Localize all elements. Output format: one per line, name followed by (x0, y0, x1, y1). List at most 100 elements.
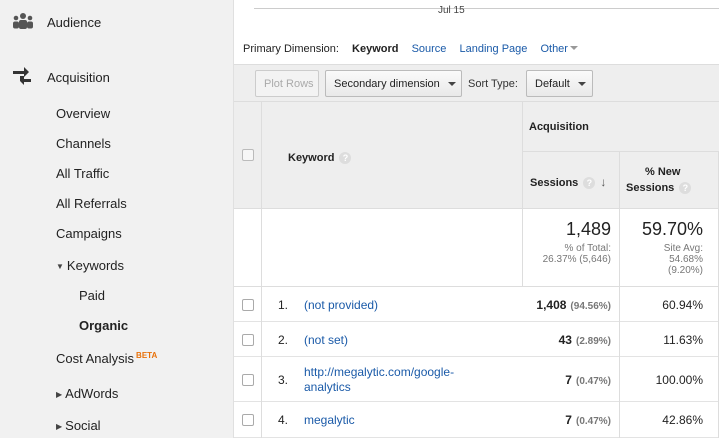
dimension-other-link[interactable]: Other (540, 43, 568, 55)
sessions-percent: (0.47%) (575, 376, 611, 387)
sessions-value: 7 (565, 413, 572, 427)
sort-descending-icon: ↓ (600, 175, 607, 189)
nav-adwords-label: AdWords (65, 386, 119, 401)
keyword-link-line1: http://megalytic.com/google- (304, 365, 455, 379)
row-number: 2. (278, 333, 289, 347)
report-main: Jul 15 Primary Dimension: Keyword Source… (234, 0, 719, 438)
nav-social[interactable]: ▶ Social (56, 418, 101, 433)
help-icon[interactable]: ? (583, 177, 596, 189)
sessions-column-header[interactable]: Sessions? ↓ (530, 175, 606, 189)
sessions-percent: (2.89%) (575, 336, 611, 347)
sessions-value: 7 (565, 373, 572, 387)
nav-cost-analysis-label: Cost Analysis (56, 351, 135, 366)
new-sessions-header-line2: Sessions (626, 182, 675, 194)
chevron-right-icon: ▶ (56, 422, 63, 431)
nav-keywords-label: Keywords (66, 258, 124, 273)
select-all-checkbox[interactable] (242, 149, 254, 161)
new-sessions-cell: 100.00% (655, 373, 703, 387)
keyword-header-label: Keyword (288, 152, 335, 164)
sort-type-label: Sort Type: (468, 78, 518, 90)
nav-audience[interactable]: Audience (0, 12, 234, 32)
chevron-down-icon (447, 81, 456, 86)
summary-sessions-total: 1,489 (565, 219, 611, 239)
primary-dimension-bar: Primary Dimension: Keyword Source Landin… (243, 43, 598, 55)
column-divider (261, 102, 262, 438)
sessions-percent: (94.56%) (570, 301, 611, 312)
secondary-dimension-dropdown[interactable]: Secondary dimension (325, 70, 462, 97)
new-sessions-cell: 60.94% (662, 298, 703, 312)
new-sessions-cell: 42.86% (662, 413, 703, 427)
sort-type-dropdown[interactable]: Default (526, 70, 593, 97)
dimension-landing-page-link[interactable]: Landing Page (459, 43, 527, 55)
sessions-value: 43 (558, 333, 572, 347)
nav-overview[interactable]: Overview (56, 106, 110, 121)
table-row: 2. (not set) 43 (2.89%) 11.63% (234, 322, 719, 357)
nav-audience-label: Audience (47, 14, 102, 30)
nav-acquisition[interactable]: Acquisition (0, 66, 234, 89)
new-sessions-cell: 11.63% (663, 333, 703, 347)
chart-x-axis: Jul 15 (254, 5, 719, 16)
secondary-dimension-label: Secondary dimension (334, 77, 440, 90)
help-icon[interactable]: ? (679, 182, 692, 194)
audience-icon (12, 12, 34, 33)
sidebar: Audience Acquisition Overview Channels A… (0, 0, 234, 438)
nav-paid[interactable]: Paid (79, 288, 105, 303)
summary-sessions-sub1: % of Total: (564, 243, 611, 254)
keyword-link-line2: analytics (304, 380, 351, 394)
dimension-other-dropdown[interactable]: Other (540, 43, 588, 55)
table-toolbar: Plot Rows Secondary dimension Sort Type:… (234, 64, 719, 102)
summary-new-sub1: Site Avg: (663, 243, 703, 254)
column-divider (522, 102, 523, 287)
table-header: Keyword? Acquisition Sessions? ↓ % New Ses… (234, 102, 719, 209)
sessions-cell: 1,408 (94.56%) (536, 298, 611, 312)
sessions-cell: 7 (0.47%) (565, 373, 611, 387)
sessions-header-label: Sessions (530, 177, 579, 189)
summary-row: 1,489 % of Total: 26.37% (5,646) 59.70% … (234, 209, 719, 287)
table-row: 3. http://megalytic.com/google-analytics… (234, 357, 719, 402)
primary-dimension-label: Primary Dimension: (243, 43, 339, 55)
nav-organic[interactable]: Organic (79, 318, 128, 333)
nav-campaigns[interactable]: Campaigns (56, 226, 122, 241)
dimension-source-link[interactable]: Source (412, 43, 447, 55)
row-checkbox[interactable] (242, 334, 254, 346)
help-icon[interactable]: ? (339, 152, 352, 164)
beta-badge: BETA (136, 351, 158, 360)
summary-sessions-sub2: 26.37% (5,646) (542, 254, 611, 265)
row-checkbox[interactable] (242, 414, 254, 426)
summary-new-sub2: 54.68% (669, 254, 703, 265)
nav-keywords[interactable]: ▼ Keywords (56, 258, 124, 273)
row-number: 4. (278, 413, 289, 427)
summary-new-sessions-total: 59.70% (641, 219, 703, 239)
row-checkbox[interactable] (242, 374, 254, 386)
table-row: 1. (not provided) 1,408 (94.56%) 60.94% (234, 287, 719, 322)
nav-acquisition-label: Acquisition (47, 69, 110, 85)
nav-adwords[interactable]: ▶ AdWords (56, 386, 118, 401)
chevron-down-icon (569, 46, 578, 50)
plot-rows-button[interactable]: Plot Rows (255, 70, 319, 97)
header-divider (522, 151, 719, 152)
row-number: 3. (278, 373, 289, 387)
keyword-link[interactable]: (not provided) (304, 298, 378, 313)
chevron-down-icon (577, 81, 586, 86)
sessions-cell: 7 (0.47%) (565, 413, 611, 427)
nav-all-traffic[interactable]: All Traffic (56, 166, 109, 181)
chevron-right-icon: ▶ (56, 390, 63, 399)
keyword-column-header[interactable]: Keyword? (288, 152, 352, 164)
chevron-down-icon: ▼ (56, 262, 64, 271)
nav-all-referrals[interactable]: All Referrals (56, 196, 127, 211)
nav-channels[interactable]: Channels (56, 136, 111, 151)
keyword-link[interactable]: megalytic (304, 413, 355, 428)
keyword-link[interactable]: http://megalytic.com/google-analytics (304, 365, 454, 395)
sessions-value: 1,408 (536, 298, 567, 312)
nav-cost-analysis[interactable]: Cost Analysis BETA (56, 351, 157, 366)
sort-type-value: Default (535, 77, 570, 90)
dimension-keyword: Keyword (352, 43, 399, 55)
row-checkbox[interactable] (242, 299, 254, 311)
keyword-link[interactable]: (not set) (304, 333, 348, 348)
acquisition-group-header: Acquisition (529, 121, 589, 133)
sessions-percent: (0.47%) (575, 416, 611, 427)
nav-social-label: Social (65, 418, 101, 433)
acquisition-icon (12, 66, 34, 89)
new-sessions-column-header[interactable]: % New Sessions? (626, 164, 692, 196)
row-number: 1. (278, 298, 289, 312)
